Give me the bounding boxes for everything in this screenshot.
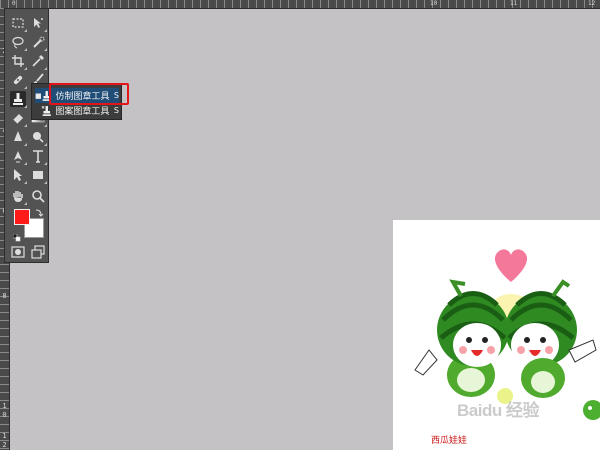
healing-brush-tool-button[interactable]: [10, 72, 27, 89]
flyout-item-pattern-stamp[interactable]: 图案图章工具 S: [35, 103, 119, 118]
zoom-icon: [32, 190, 45, 203]
flyout-item-shortcut: S: [113, 91, 119, 100]
dodge-tool-button[interactable]: [30, 129, 47, 146]
eraser-tool-button[interactable]: [10, 110, 27, 127]
clone-stamp-icon: [42, 90, 51, 101]
ruler-top: 0 10 11 12: [0, 0, 600, 9]
ruler-left-tick: 2: [2, 441, 7, 449]
type-icon: [33, 150, 43, 163]
marquee-tool-button[interactable]: [10, 15, 27, 32]
pattern-stamp-icon: [41, 105, 51, 116]
document-canvas[interactable]: Baidu 经验 西瓜娃娃: [393, 220, 600, 450]
flyout-item-clone-stamp[interactable]: ■ 仿制图章工具 S: [35, 88, 119, 103]
ruler-top-tick: 11: [510, 0, 518, 7]
ruler-top-tick: 10: [430, 0, 438, 7]
default-colors-icon[interactable]: [13, 234, 21, 242]
watermark-text: Baidu 经验: [457, 401, 539, 420]
blur-icon: [14, 131, 22, 141]
blur-tool-button[interactable]: [10, 129, 27, 146]
ruler-left-tick: 0: [2, 411, 7, 419]
clone-stamp-flyout-menu: ■ 仿制图章工具 S 图案图章工具 S: [31, 83, 122, 120]
eraser-icon: [12, 114, 23, 125]
quick-mask-icon: [11, 246, 25, 258]
type-tool-button[interactable]: [30, 148, 47, 165]
pen-icon: [14, 151, 22, 163]
image-caption: 西瓜娃娃: [431, 436, 468, 446]
move-tool-button[interactable]: [30, 15, 47, 32]
hand-tool-button[interactable]: [10, 188, 27, 205]
eyedropper-tool-button[interactable]: [30, 53, 47, 70]
rectangle-icon: [33, 171, 43, 179]
ruler-top-tick: 12: [588, 0, 596, 7]
flyout-item-label: 图案图章工具: [55, 107, 110, 117]
hand-icon: [13, 191, 23, 202]
ruler-left-tick: 1: [2, 432, 7, 440]
lasso-icon: [12, 36, 24, 49]
marquee-icon: [12, 18, 24, 28]
crop-icon: [12, 55, 24, 67]
selected-bullet-icon: ■: [35, 91, 42, 100]
quick-mask-button[interactable]: [10, 244, 26, 260]
flyout-item-label: 仿制图章工具: [55, 92, 110, 102]
ruler-top-tick: 0: [12, 0, 16, 7]
lasso-tool-button[interactable]: [10, 34, 27, 51]
pen-tool-button[interactable]: [10, 148, 27, 165]
move-icon: [34, 18, 43, 28]
flyout-item-shortcut: S: [113, 106, 119, 115]
ruler-left-tick: 1: [2, 402, 7, 410]
clone-stamp-tool-button[interactable]: [10, 91, 27, 108]
clone-stamp-icon: [13, 93, 23, 105]
quick-selection-icon: [33, 36, 45, 48]
swap-colors-icon[interactable]: [35, 209, 43, 217]
rectangle-tool-button[interactable]: [30, 167, 47, 184]
healing-brush-icon: [13, 75, 23, 85]
foreground-color-swatch[interactable]: [14, 209, 30, 225]
path-selection-icon: [14, 169, 22, 181]
eyedropper-icon: [32, 55, 44, 67]
crop-tool-button[interactable]: [10, 53, 27, 70]
quick-selection-tool-button[interactable]: [30, 34, 47, 51]
path-selection-tool-button[interactable]: [10, 167, 27, 184]
ruler-left-tick: 8: [2, 292, 7, 300]
screen-mode-button[interactable]: [30, 244, 46, 260]
tools-panel: [4, 8, 49, 263]
screen-mode-icon: [31, 245, 45, 259]
dodge-icon: [33, 132, 44, 143]
zoom-tool-button[interactable]: [30, 188, 46, 204]
